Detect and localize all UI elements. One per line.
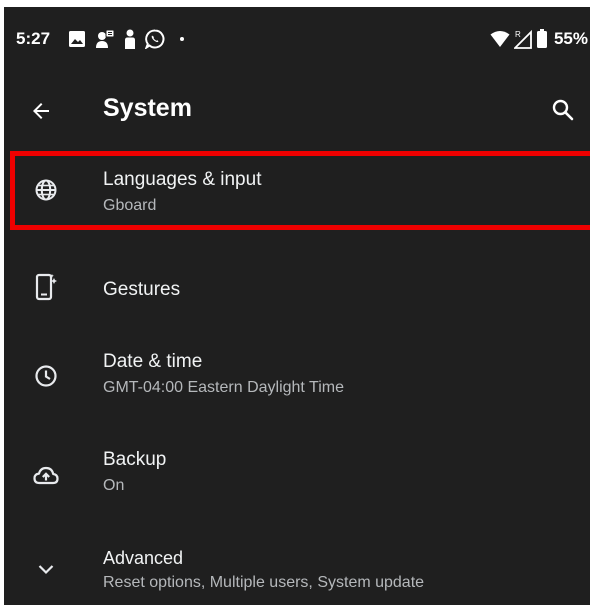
search-button[interactable] — [548, 95, 578, 125]
settings-item-title: Languages & input — [103, 169, 262, 190]
status-time: 5:27 — [16, 29, 51, 48]
whatsapp-icon — [145, 29, 165, 49]
sim-card-icon — [96, 29, 115, 48]
search-icon — [552, 99, 574, 121]
person-icon — [125, 29, 135, 49]
settings-item-gestures[interactable]: Gestures — [4, 245, 590, 320]
chevron-down-icon — [32, 555, 60, 583]
app-bar: System — [4, 75, 590, 145]
settings-item-title: Gestures — [103, 279, 181, 300]
settings-item-subtitle: On — [103, 477, 125, 494]
phone-gesture-icon — [32, 273, 60, 301]
settings-item-title: Date & time — [103, 351, 203, 372]
roaming-indicator: R — [515, 30, 521, 39]
image-icon — [69, 31, 85, 47]
cloud-upload-icon — [32, 461, 60, 489]
settings-item-title: Advanced — [103, 548, 184, 568]
settings-item-subtitle: GMT-04:00 Eastern Daylight Time — [103, 379, 344, 396]
settings-item-date-time[interactable]: Date & time GMT-04:00 Eastern Daylight T… — [4, 320, 590, 415]
settings-item-title: Backup — [103, 449, 167, 470]
status-bar: 5:27 R 55% — [4, 7, 590, 75]
wifi-icon — [490, 31, 510, 47]
settings-item-advanced[interactable]: Advanced Reset options, Multiple users, … — [4, 515, 590, 605]
globe-icon — [32, 176, 60, 204]
notification-icons — [68, 28, 184, 50]
settings-item-languages[interactable]: Languages & input Gboard — [4, 145, 590, 235]
more-notifications-dot — [180, 37, 184, 41]
page-title: System — [103, 94, 192, 122]
settings-item-subtitle: Gboard — [103, 197, 157, 214]
settings-item-subtitle: Reset options, Multiple users, System up… — [103, 574, 425, 591]
battery-icon — [536, 29, 547, 48]
settings-item-backup[interactable]: Backup On — [4, 415, 590, 515]
screen: 5:27 R 55% System Languages & input Gboa… — [4, 7, 590, 605]
battery-percent: 55% — [553, 29, 588, 48]
arrow-back-icon — [33, 103, 49, 119]
system-icons: R 55% — [490, 27, 588, 51]
back-button[interactable] — [26, 96, 56, 126]
clock-icon — [32, 362, 60, 390]
signal-roaming-icon: R — [513, 29, 532, 49]
